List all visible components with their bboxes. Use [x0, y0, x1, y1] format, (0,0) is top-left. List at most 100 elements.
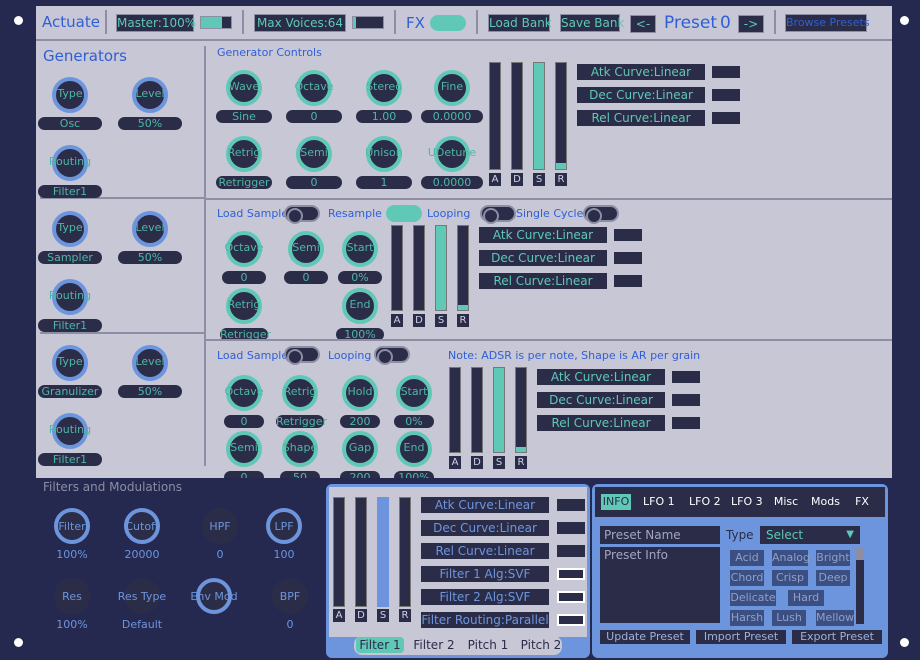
master-volume[interactable]: Master:100% [116, 14, 196, 32]
filter-adsr-slider[interactable] [355, 497, 367, 607]
preset-action-button[interactable]: Export Preset [792, 630, 882, 644]
adsr-slider[interactable] [457, 225, 469, 311]
filter-tab[interactable]: Pitch 2 [516, 637, 566, 653]
gran-toggle[interactable] [374, 346, 410, 365]
sampler-toggle[interactable] [583, 205, 619, 224]
tag-button[interactable]: Delicate [730, 590, 776, 606]
adsr-slider[interactable] [435, 225, 447, 311]
filter-option[interactable]: Dec Curve:Linear [421, 520, 549, 536]
curve-value-box[interactable] [672, 371, 700, 383]
filter-knob-label: HPF [209, 520, 231, 533]
info-tab[interactable]: LFO 2 [689, 494, 721, 510]
preset-name-input[interactable]: Preset Name [600, 526, 720, 544]
adsr-slider[interactable] [413, 225, 425, 311]
adsr-slider[interactable] [493, 367, 505, 453]
adsr-slider[interactable] [471, 367, 483, 453]
curve-value-box[interactable] [712, 66, 740, 78]
info-tab[interactable]: Mods [811, 494, 840, 510]
filter-knob-label: Env Mod [190, 590, 238, 603]
master-slider[interactable] [200, 16, 232, 29]
load-bank-button[interactable]: Load Bank [488, 14, 552, 32]
info-tab[interactable]: FX [853, 494, 871, 510]
save-bank-button[interactable]: Save Bank [560, 14, 624, 32]
adsr-slider[interactable] [489, 62, 501, 170]
max-voices[interactable]: Max Voices:64 [254, 14, 346, 32]
tag-scrollbar[interactable] [856, 548, 864, 624]
tag-button[interactable]: Crisp [772, 570, 808, 586]
adsr-slider[interactable] [449, 367, 461, 453]
adsr-slider[interactable] [515, 367, 527, 453]
filter-adsr-slider[interactable] [377, 497, 389, 607]
filter-tab[interactable]: Filter 2 [408, 637, 460, 653]
preset-action-button[interactable]: Import Preset [696, 630, 786, 644]
info-tab[interactable]: Misc [773, 494, 799, 510]
filter-option[interactable]: Filter 1 Alg:SVF [421, 566, 549, 582]
filter-option-box[interactable] [557, 499, 585, 511]
adsr-slider[interactable] [511, 62, 523, 170]
adsr-slider[interactable] [391, 225, 403, 311]
sampler-toggle[interactable] [480, 205, 516, 224]
filter-option[interactable]: Rel Curve:Linear [421, 543, 549, 559]
filter-adsr-slider[interactable] [399, 497, 411, 607]
knob-label: End [403, 441, 425, 454]
filter-option-box[interactable] [557, 545, 585, 557]
knob-value: 1.00 [356, 110, 412, 123]
adsr-slider[interactable] [533, 62, 545, 170]
knob-value: Retrigger [216, 176, 272, 189]
tag-button[interactable]: Acid [730, 550, 764, 566]
filter-option-box[interactable] [557, 591, 585, 603]
next-preset-button[interactable]: -> [738, 15, 764, 33]
tag-button[interactable]: Hard [788, 590, 824, 606]
filter-tab[interactable]: Filter 1 [356, 637, 404, 653]
voices-slider[interactable] [352, 16, 384, 29]
browse-presets-button[interactable]: Browse Presets [785, 14, 870, 32]
curve-selector[interactable]: Rel Curve:Linear [577, 110, 705, 126]
curve-selector[interactable]: Rel Curve:Linear [537, 415, 665, 431]
filter-option-box[interactable] [557, 522, 585, 534]
filter-tab[interactable]: Pitch 1 [464, 637, 512, 653]
tag-button[interactable]: Chord [730, 570, 764, 586]
gran-toggle[interactable] [284, 346, 320, 365]
tag-button[interactable]: Deep [816, 570, 850, 586]
curve-selector[interactable]: Dec Curve:Linear [577, 87, 705, 103]
type-select[interactable]: Select ▼ [760, 526, 860, 544]
fx-toggle[interactable] [430, 15, 466, 31]
prev-preset-button[interactable]: <- [630, 15, 656, 33]
adsr-label: A [489, 173, 501, 186]
curve-value-box[interactable] [672, 417, 700, 429]
tag-button[interactable]: Lush [772, 610, 806, 626]
filter-option[interactable]: Atk Curve:Linear [421, 497, 549, 513]
filter-option-box[interactable] [557, 568, 585, 580]
sampler-toggle[interactable] [284, 205, 320, 224]
preset-action-button[interactable]: Update Preset [600, 630, 690, 644]
info-tab[interactable]: LFO 1 [643, 494, 675, 510]
curve-value-box[interactable] [712, 112, 740, 124]
preset-info-input[interactable]: Preset Info [600, 547, 720, 623]
curve-selector[interactable]: Atk Curve:Linear [479, 227, 607, 243]
info-tab[interactable]: INFO [601, 494, 631, 510]
filter-adsr-slider[interactable] [333, 497, 345, 607]
filter-option[interactable]: Filter Routing:Parallel [421, 612, 549, 628]
curve-value-box[interactable] [672, 394, 700, 406]
tag-button[interactable]: Mellow [816, 610, 854, 626]
curve-selector[interactable]: Dec Curve:Linear [537, 392, 665, 408]
curve-value-box[interactable] [614, 275, 642, 287]
tag-button[interactable]: Harsh [730, 610, 764, 626]
curve-selector[interactable]: Atk Curve:Linear [537, 369, 665, 385]
sampler-toggle[interactable] [386, 205, 422, 222]
curve-value-box[interactable] [614, 229, 642, 241]
filter-option[interactable]: Filter 2 Alg:SVF [421, 589, 549, 605]
filter-adsr-label: R [399, 609, 411, 622]
curve-value-box[interactable] [712, 89, 740, 101]
tag-button[interactable]: Bright [816, 550, 850, 566]
info-tab[interactable]: LFO 3 [731, 494, 763, 510]
knob-value: Sampler [38, 251, 102, 264]
curve-selector[interactable]: Rel Curve:Linear [479, 273, 607, 289]
tag-button[interactable]: Analog [772, 550, 810, 566]
adsr-slider-fill [534, 63, 544, 169]
curve-value-box[interactable] [614, 252, 642, 264]
filter-option-box[interactable] [557, 614, 585, 626]
curve-selector[interactable]: Dec Curve:Linear [479, 250, 607, 266]
curve-selector[interactable]: Atk Curve:Linear [577, 64, 705, 80]
adsr-slider[interactable] [555, 62, 567, 170]
